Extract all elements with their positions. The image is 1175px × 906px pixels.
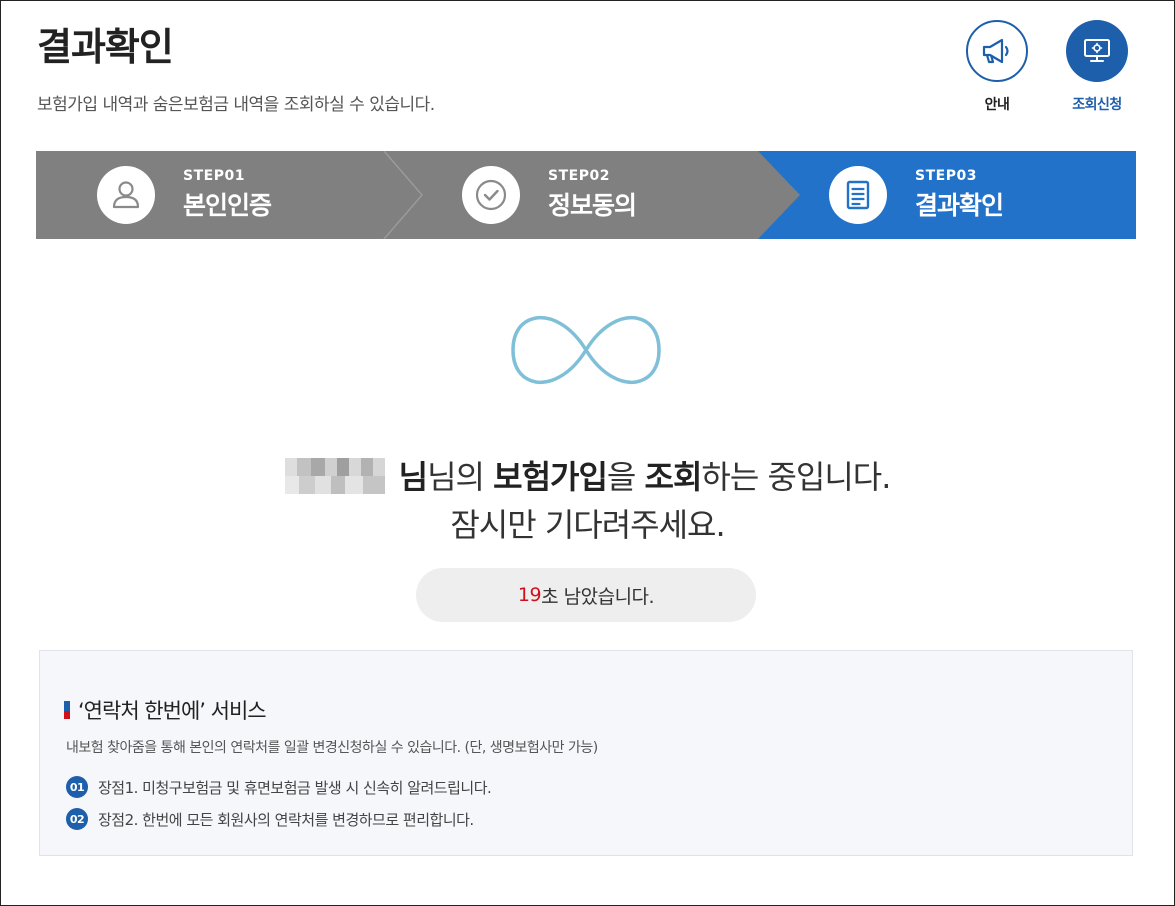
loading-infinity-icon	[511, 315, 661, 385]
loading-message-line-2: 잠시만 기다려주세요.	[450, 506, 725, 544]
benefit-item-1: 01 장점1. 미청구보험금 및 휴면보험금 발생 시 신속히 알려드립니다.	[66, 776, 492, 798]
message-honorific: 님	[398, 458, 428, 496]
step-progress-bar: STEP01 본인인증 STEP02 정보동의 STEP03 결과확인	[36, 151, 1136, 239]
info-title-text: ‘연락처 한번에’ 서비스	[78, 699, 267, 723]
message-bold-1: 보험가입	[493, 458, 608, 496]
loading-message-line-1: 님님의 보험가입을 조회하는 중입니다.	[0, 452, 1175, 498]
page-subtitle: 보험가입 내역과 숨은보험금 내역을 조회하실 수 있습니다.	[37, 95, 435, 115]
step-3-number: STEP03	[915, 168, 977, 184]
message-part-1: 님의	[427, 458, 494, 496]
contact-service-info-box: ‘연락처 한번에’ 서비스 내보험 찾아줌을 통해 본인의 연락처를 일괄 변경…	[39, 650, 1133, 856]
guide-button[interactable]: 안내	[964, 20, 1030, 114]
masked-user-name	[284, 458, 385, 494]
step-1: STEP01 본인인증	[97, 151, 272, 239]
step-1-name: 본인인증	[183, 191, 272, 220]
message-bold-2: 조회	[644, 458, 703, 496]
apply-inquiry-button[interactable]: 조회신청	[1064, 20, 1130, 114]
timer-seconds: 19	[517, 584, 542, 606]
apply-button-label[interactable]: 조회신청	[1064, 94, 1130, 114]
step-3-name: 결과확인	[915, 191, 1004, 220]
step-2: STEP02 정보동의	[462, 151, 637, 239]
guide-button-label[interactable]: 안내	[964, 94, 1030, 114]
step-1-number: STEP01	[183, 168, 245, 184]
message-part-3: 하는 중입니다.	[701, 458, 891, 496]
benefit-2-badge: 02	[66, 808, 88, 830]
info-description: 내보험 찾아줌을 통해 본인의 연락처를 일괄 변경신청하실 수 있습니다. (…	[66, 740, 598, 756]
check-circle-icon	[462, 166, 520, 224]
page-title: 결과확인	[37, 25, 174, 69]
megaphone-icon	[982, 38, 1009, 64]
benefit-item-2: 02 장점2. 한번에 모든 회원사의 연락처를 변경하므로 편리합니다.	[66, 808, 474, 830]
apply-button-circle[interactable]	[1066, 20, 1128, 82]
step-3: STEP03 결과확인	[829, 151, 1004, 239]
document-icon	[829, 166, 887, 224]
info-title: ‘연락처 한번에’ 서비스	[64, 695, 267, 725]
monitor-settings-icon	[1084, 39, 1110, 62]
guide-button-circle[interactable]	[966, 20, 1028, 82]
user-icon	[97, 166, 155, 224]
message-part-2: 을	[606, 458, 645, 496]
benefit-2-text: 장점2. 한번에 모든 회원사의 연락처를 변경하므로 편리합니다.	[98, 810, 474, 829]
countdown-timer: 19 초 남았습니다.	[416, 568, 756, 622]
step-2-number: STEP02	[548, 168, 610, 184]
step-2-name: 정보동의	[548, 191, 637, 220]
title-flag-icon	[64, 701, 70, 719]
benefit-1-badge: 01	[66, 776, 88, 798]
timer-suffix: 초 남았습니다.	[541, 585, 655, 608]
benefit-1-text: 장점1. 미청구보험금 및 휴면보험금 발생 시 신속히 알려드립니다.	[98, 778, 492, 797]
